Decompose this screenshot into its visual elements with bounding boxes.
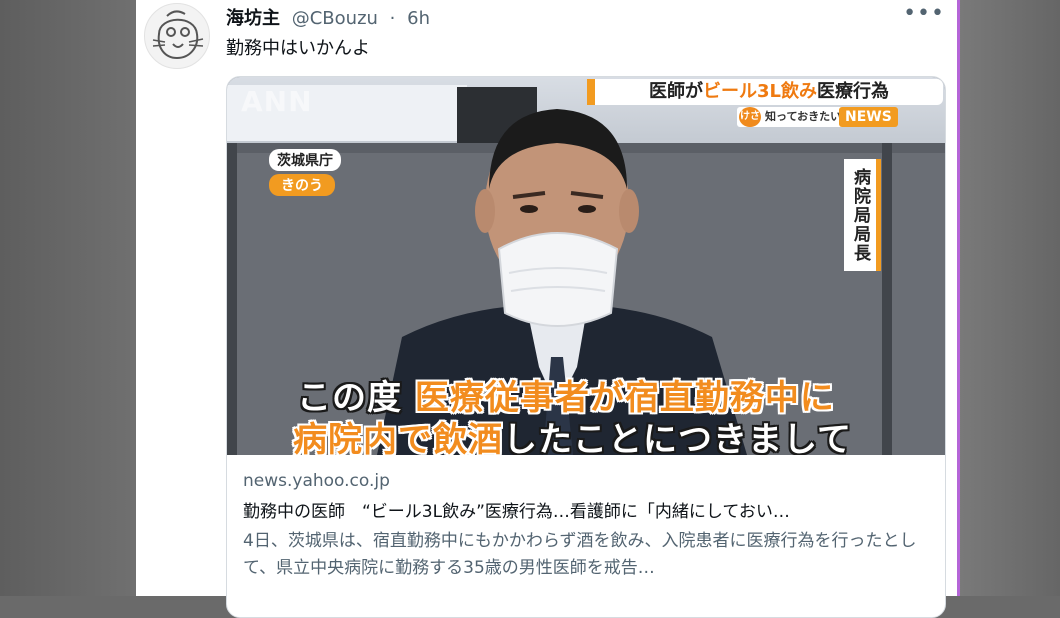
avatar[interactable] xyxy=(144,3,210,69)
more-options-icon[interactable]: ••• xyxy=(903,1,945,26)
link-card[interactable]: ANN 医師がビール3L飲み医療行為 けさ 知っておきたい! NEWS 茨城県庁… xyxy=(226,76,946,618)
tweet-text: 勤務中はいかんよ xyxy=(226,38,370,59)
handle[interactable]: @CBouzu xyxy=(292,8,378,29)
news-tag: NEWS xyxy=(839,107,898,127)
avatar-doodle-icon xyxy=(152,10,204,60)
program-logo: けさ 知っておきたい! xyxy=(737,107,853,127)
headline-banner: 医師がビール3L飲み医療行為 xyxy=(587,79,943,105)
tweet-card[interactable]: 海坊主 @CBouzu · 6h ••• 勤務中はいかんよ ANN 医師がビール… xyxy=(136,0,960,618)
link-description: 4日、茨城県は、宿直勤務中にもかかわらず酒を飲み、入院患者に医療行為を行ったとし… xyxy=(243,531,917,578)
link-preview-text[interactable]: news.yahoo.co.jp 勤務中の医師 “ビール3L飲み”医療行為…看護… xyxy=(243,471,933,582)
link-title[interactable]: 勤務中の医師 “ビール3L飲み”医療行為…看護師に「内緒にしておい… xyxy=(243,497,933,522)
caption-line-2: 病院内で飲酒したことにつきまして xyxy=(293,420,852,455)
timestamp[interactable]: 6h xyxy=(407,8,430,29)
background-right xyxy=(957,0,1060,596)
location-label: 茨城県庁 きのう xyxy=(269,149,341,196)
speaker-title: 病院局局長 xyxy=(844,159,881,271)
link-card-image[interactable]: ANN 医師がビール3L飲み医療行為 けさ 知っておきたい! NEWS 茨城県庁… xyxy=(227,77,945,455)
program-logo-mark: けさ xyxy=(739,107,761,127)
separator: · xyxy=(389,8,396,29)
display-name[interactable]: 海坊主 xyxy=(226,8,280,29)
location-place: 茨城県庁 xyxy=(269,149,341,171)
background-left xyxy=(0,0,136,596)
location-date: きのう xyxy=(269,174,335,196)
tweet-header: 海坊主 @CBouzu · 6h xyxy=(226,4,430,30)
link-domain: news.yahoo.co.jp xyxy=(243,471,390,491)
